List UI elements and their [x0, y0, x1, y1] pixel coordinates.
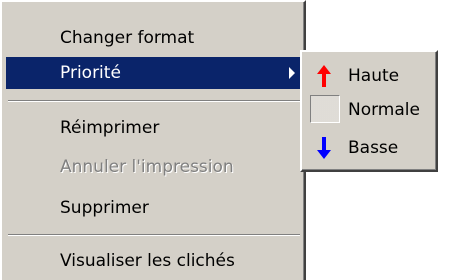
submenu-item-normale[interactable]: Normale [306, 92, 434, 128]
context-menu: Changer format Priorité Réimprimer Annul… [0, 0, 306, 280]
menu-item-reimprimer[interactable]: Réimprimer [6, 112, 301, 144]
menu-item-visualiser-cliches[interactable]: Visualiser les clichés [6, 245, 301, 277]
menu-item-supprimer[interactable]: Supprimer [6, 192, 301, 224]
arrow-down-icon [312, 136, 336, 160]
menu-item-label: Réimprimer [60, 118, 160, 138]
menu-separator [8, 234, 300, 236]
submenu-item-label: Basse [348, 138, 399, 158]
arrow-up-icon [312, 64, 336, 88]
menu-item-label: Visualiser les clichés [60, 251, 235, 271]
menu-item-label: Changer format [60, 28, 195, 48]
menu-separator [8, 100, 300, 102]
menu-item-changer-format[interactable]: Changer format [6, 22, 301, 54]
priority-submenu: Haute Normale Basse [300, 50, 438, 172]
menu-item-priorite[interactable]: Priorité [6, 57, 301, 89]
submenu-item-label: Normale [348, 100, 420, 120]
menu-item-label: Annuler l'impression [60, 157, 234, 177]
submenu-item-haute[interactable]: Haute [306, 58, 434, 94]
menu-item-label: Priorité [60, 63, 121, 83]
submenu-item-basse[interactable]: Basse [306, 130, 434, 166]
checked-box-icon [310, 95, 340, 123]
submenu-item-label: Haute [348, 66, 400, 86]
menu-item-label: Supprimer [60, 198, 149, 218]
menu-item-annuler-impression: Annuler l'impression [6, 151, 301, 183]
submenu-arrow-icon [289, 67, 295, 79]
